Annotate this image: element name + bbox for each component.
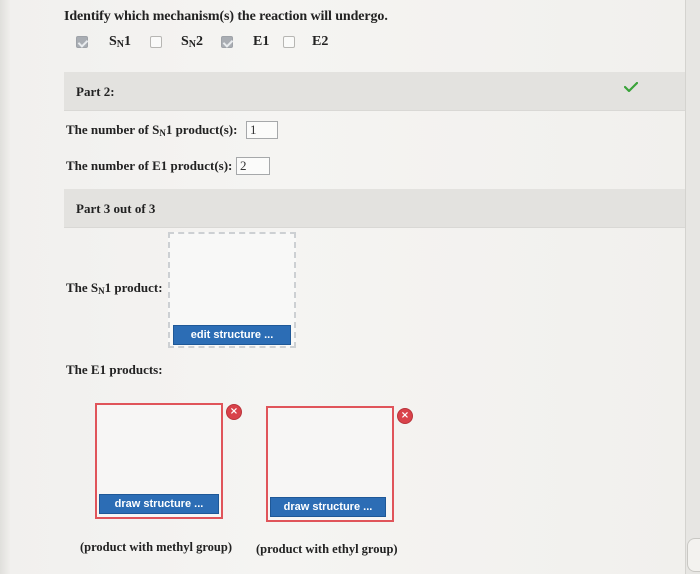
sn1-count-label: The number of SN1 product(s): xyxy=(66,122,238,138)
sn1-product-label: The SN1 product: xyxy=(66,280,163,296)
checkbox-e2[interactable] xyxy=(283,36,295,48)
draw-structure-button-2[interactable]: draw structure ... xyxy=(270,497,386,517)
edit-structure-button[interactable]: edit structure ... xyxy=(173,325,291,345)
question-text: Identify which mechanism(s) the reaction… xyxy=(64,9,388,24)
label-sn2: SN2 xyxy=(181,34,204,50)
e1-count-label: The number of E1 product(s): xyxy=(66,158,233,173)
checkbox-e1[interactable] xyxy=(221,36,233,48)
remove-product-1-icon[interactable]: × xyxy=(226,404,242,420)
part3-header: Part 3 out of 3 xyxy=(64,189,690,228)
correct-check-icon xyxy=(624,82,638,92)
right-scroll-strip xyxy=(685,0,700,574)
caption-ethyl-product: (product with ethyl group) xyxy=(256,542,398,556)
remove-product-2-icon[interactable]: × xyxy=(397,408,413,424)
part2-header: Part 2: xyxy=(64,72,690,111)
scroll-handle[interactable] xyxy=(687,538,700,572)
e1-products-label: The E1 products: xyxy=(66,362,163,377)
label-sn1: SN1 xyxy=(109,34,132,50)
caption-methyl-product: (product with methyl group) xyxy=(80,540,232,554)
e1-count-input[interactable]: 2 xyxy=(236,157,270,175)
label-e2: E2 xyxy=(312,34,329,49)
assignment-page: Identify which mechanism(s) the reaction… xyxy=(0,0,690,574)
draw-structure-button-1[interactable]: draw structure ... xyxy=(99,494,219,514)
part3-title: Part 3 out of 3 xyxy=(76,201,156,216)
checkbox-sn2[interactable] xyxy=(150,36,162,48)
checkbox-sn1[interactable] xyxy=(76,36,88,48)
sn1-count-input[interactable]: 1 xyxy=(246,121,278,139)
left-panel-edge xyxy=(0,0,10,574)
mechanism-options: SN1 SN2 E1 E2 xyxy=(76,34,376,54)
label-e1: E1 xyxy=(253,34,270,49)
part2-title: Part 2: xyxy=(76,84,115,99)
